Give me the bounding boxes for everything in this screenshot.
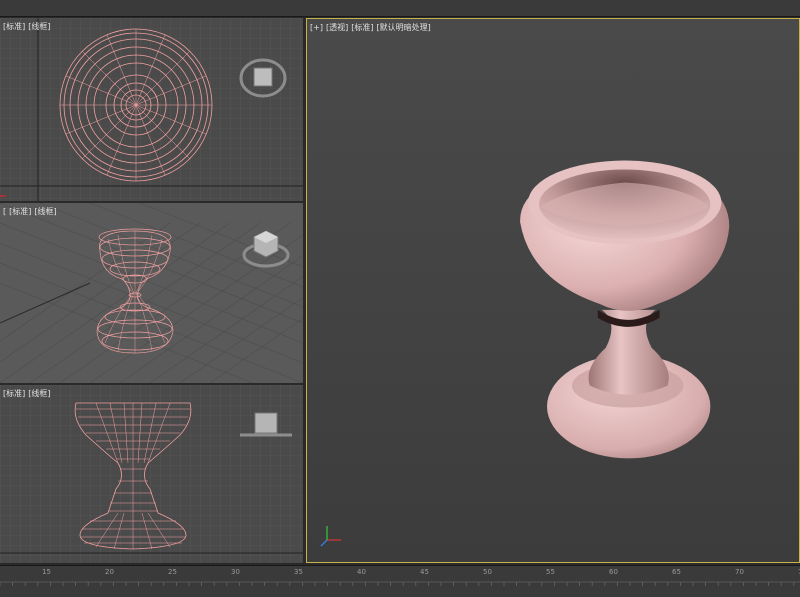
ruler-tick-label: 45: [420, 568, 429, 576]
viewport-main-display-menu[interactable]: [默认明暗处理]: [376, 23, 430, 32]
viewport-persp-label[interactable]: [[标准] [线框]: [3, 206, 60, 217]
viewport-front[interactable]: [标准] [线框]: [0, 385, 303, 563]
ruler-tick-label: 40: [357, 568, 366, 576]
ruler-tick-label: 25: [168, 568, 177, 576]
ruler-tick-label: 20: [105, 568, 114, 576]
viewport-persp-shading-menu[interactable]: [标准]: [9, 207, 31, 216]
viewport-top-grid: [0, 18, 303, 201]
ruler-tick-label: 55: [546, 568, 555, 576]
ruler-tick-label: 70: [735, 568, 744, 576]
ruler-tick-label: 30: [231, 568, 240, 576]
goblet-bowl: [520, 160, 730, 311]
title-bar: [0, 0, 800, 17]
viewport-top[interactable]: [标准] [线框]: [0, 18, 303, 201]
viewport-perspective-small[interactable]: [[标准] [线框]: [0, 203, 303, 383]
ruler-tick-label: 60: [609, 568, 618, 576]
viewport-top-shading-menu[interactable]: [标准]: [3, 22, 25, 31]
ruler-tick-label: 35: [294, 568, 303, 576]
ruler-tick-label: 50: [483, 568, 492, 576]
viewport-top-label[interactable]: [标准] [线框]: [3, 21, 54, 32]
viewport-persp-display-menu[interactable]: [线框]: [34, 207, 56, 216]
viewport-front-label[interactable]: [标准] [线框]: [3, 388, 54, 399]
viewcube-front-icon[interactable]: [238, 407, 294, 441]
axis-tripod-icon: [320, 526, 341, 547]
viewport-perspective-main[interactable]: [+] [透视] [标准] [默认明暗处理]: [306, 18, 800, 563]
viewport-front-display-menu[interactable]: [线框]: [28, 389, 50, 398]
goblet-stem: [588, 309, 669, 395]
viewport-main-plus-menu[interactable]: [+]: [310, 23, 323, 32]
viewcube-persp-icon[interactable]: [240, 225, 292, 271]
viewport-main-label[interactable]: [+] [透视] [标准] [默认明暗处理]: [310, 22, 434, 33]
ruler-tick-label: 15: [42, 568, 51, 576]
goblet-persp-wireframe: [96, 228, 174, 354]
viewcube-top-icon[interactable]: [238, 56, 288, 100]
goblet-top-wireframe: [59, 28, 213, 182]
viewport-main-shading-menu[interactable]: [标准]: [351, 23, 373, 32]
time-slider-ruler[interactable]: 15202530354045505560657075: [0, 565, 800, 597]
viewport-top-display-menu[interactable]: [线框]: [28, 22, 50, 31]
ruler-tick-label: 65: [672, 568, 681, 576]
goblet-shaded-model[interactable]: [307, 19, 799, 562]
viewport-front-shading-menu[interactable]: [标准]: [3, 389, 25, 398]
viewport-persp-plus-menu[interactable]: [: [3, 207, 6, 216]
viewport-main-pov-menu[interactable]: [透视]: [326, 23, 348, 32]
ruler-ticks: [0, 581, 800, 586]
